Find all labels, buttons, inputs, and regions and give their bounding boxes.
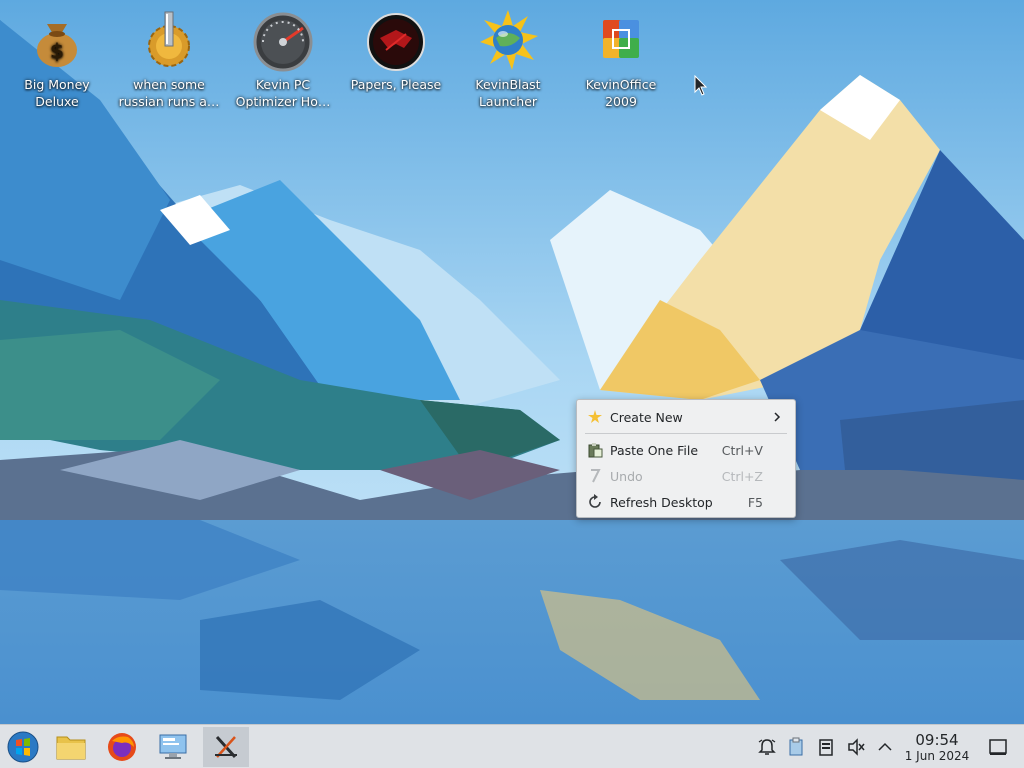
- desktop-icon-label-line1: when some: [133, 77, 205, 92]
- gear-icon: [148, 11, 190, 67]
- desktop-icon-label-line1: Big Money: [24, 77, 90, 92]
- desktop-icon-label-line2: Deluxe: [35, 94, 79, 109]
- star-new-icon: [588, 410, 602, 423]
- desktop-icon-label-line1: Papers, Please: [350, 77, 442, 92]
- device-icon[interactable]: [816, 737, 836, 757]
- speedometer-icon: [253, 12, 313, 72]
- desktop-icon-label-line2: Optimizer Ho…: [235, 94, 331, 109]
- papers-please-emblem-icon: [367, 13, 425, 71]
- refresh-icon: [589, 494, 601, 508]
- svg-text:$: $: [50, 39, 64, 63]
- desktop-icon-label-line1: Kevin PC: [255, 77, 311, 92]
- clipboard-icon[interactable]: [786, 737, 806, 757]
- file-manager-button[interactable]: [48, 727, 94, 767]
- menu-item-undo[interactable]: Undo Ctrl+Z: [577, 463, 795, 489]
- office-suite-icon: [603, 20, 639, 58]
- menu-item-shortcut: F5: [747, 494, 763, 510]
- sun-globe-icon: [480, 10, 538, 70]
- desktop-icon-kevin-pc-optimizer[interactable]: Kevin PC Optimizer Ho…: [228, 8, 338, 110]
- desktop-icon-when-some-russian[interactable]: when some russian runs a…: [114, 8, 224, 110]
- x-app-button[interactable]: [203, 727, 249, 767]
- start-menu-button[interactable]: [0, 727, 46, 767]
- desktop-context-menu: Create New Paste One File Ctrl+V Undo Ct…: [576, 399, 796, 518]
- desktop-icon-label-line1: KevinBlast: [475, 77, 541, 92]
- menu-item-label: Paste One File: [610, 442, 699, 458]
- chevron-right-icon: [774, 412, 781, 422]
- firefox-button[interactable]: [99, 727, 145, 767]
- paste-icon: [588, 443, 603, 458]
- taskbar: 09:54 1 Jun 2024: [0, 724, 1024, 768]
- menu-item-paste[interactable]: Paste One File Ctrl+V: [577, 437, 795, 463]
- notifications-icon[interactable]: [757, 737, 777, 757]
- desktop-icon-label-line2: 2009: [605, 94, 637, 109]
- menu-separator: [585, 433, 787, 434]
- menu-item-label: Refresh Desktop: [610, 494, 713, 510]
- menu-item-label: Create New: [610, 409, 683, 425]
- desktop-icon-label-line2: russian runs a…: [118, 94, 220, 109]
- mouse-pointer-icon: [694, 75, 708, 96]
- desktop-icon-kevinblast-launcher[interactable]: KevinBlast Launcher: [453, 8, 563, 110]
- desktop-icon-big-money-deluxe[interactable]: $ Big Money Deluxe: [2, 8, 112, 110]
- menu-item-create-new[interactable]: Create New: [577, 404, 795, 430]
- clock-time[interactable]: 09:54: [902, 731, 972, 749]
- system-settings-button[interactable]: [151, 727, 197, 767]
- desktop-icon-kevinoffice-2009[interactable]: KevinOffice 2009: [566, 8, 676, 110]
- clock-date[interactable]: 1 Jun 2024: [902, 749, 972, 763]
- system-settings-icon: [159, 734, 187, 759]
- menu-item-label: Undo: [610, 468, 643, 484]
- x-app-icon: [215, 735, 237, 759]
- show-desktop-icon[interactable]: [988, 737, 1008, 757]
- undo-icon: [591, 469, 601, 483]
- volume-muted-icon[interactable]: [846, 737, 866, 757]
- chevron-up-icon[interactable]: [875, 737, 895, 757]
- menu-item-shortcut: Ctrl+Z: [721, 468, 763, 484]
- desktop-icon-label-line2: Launcher: [478, 94, 538, 109]
- start-menu-icon: [7, 731, 39, 763]
- file-manager-icon: [56, 736, 86, 760]
- money-bag-icon: $: [37, 24, 77, 67]
- desktop-icon-label-line1: KevinOffice: [585, 77, 657, 92]
- menu-item-refresh-desktop[interactable]: Refresh Desktop F5: [577, 489, 795, 515]
- desktop-icon-papers-please[interactable]: Papers, Please: [341, 8, 451, 93]
- menu-item-shortcut: Ctrl+V: [721, 442, 763, 458]
- firefox-icon: [108, 733, 136, 761]
